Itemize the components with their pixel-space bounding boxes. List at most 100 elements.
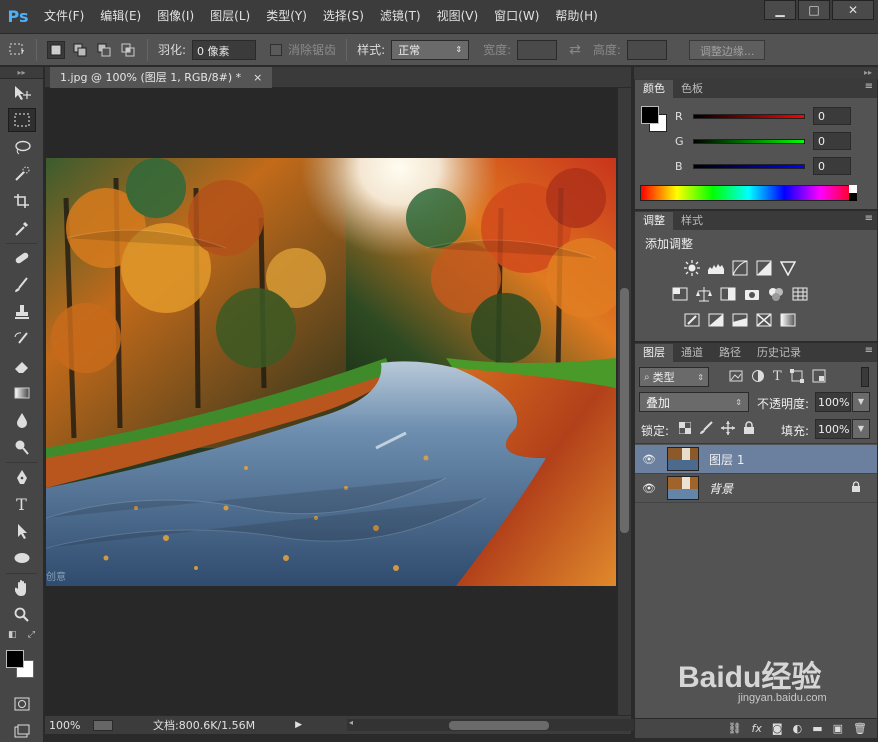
channel-mixer-icon[interactable] [767,285,785,303]
green-slider[interactable] [693,138,805,144]
screen-mode-button[interactable] [8,719,36,742]
layer-name[interactable]: 图层 1 [709,451,744,468]
ellipse-tool[interactable] [8,546,36,570]
tab-paths[interactable]: 路径 [711,344,749,362]
rectangular-marquee-tool[interactable] [7,108,36,132]
link-layers-icon[interactable]: ⛓ [728,722,742,735]
dodge-tool[interactable] [8,435,36,459]
maximize-button[interactable]: □ [798,0,830,20]
pen-tool[interactable] [8,465,36,489]
opacity-dropdown[interactable]: ▼ [852,392,870,412]
path-selection-tool[interactable] [8,519,36,543]
tab-swatches[interactable]: 色板 [673,80,711,98]
menu-layer[interactable]: 图层(L) [202,0,258,33]
layer-row-background[interactable]: 👁 背景 [635,474,877,503]
add-selection-icon[interactable] [71,41,89,59]
lasso-tool[interactable] [8,135,36,159]
blur-tool[interactable] [8,408,36,432]
minimize-button[interactable]: ▁ [764,0,796,20]
layer-row-layer1[interactable]: 👁 图层 1 [635,445,877,474]
style-select[interactable]: 正常 ⇕ [391,39,470,60]
color-lookup-icon[interactable] [791,285,809,303]
brush-tool[interactable] [8,273,36,297]
menu-view[interactable]: 视图(V) [429,0,487,33]
tab-close-icon[interactable]: × [253,67,262,88]
opacity-input[interactable]: 100% [815,392,851,412]
photo-filter-icon[interactable] [743,285,761,303]
tab-channels[interactable]: 通道 [673,344,711,362]
selective-color-icon[interactable] [755,311,773,329]
gradient-map-icon[interactable] [779,311,797,329]
height-input[interactable] [626,39,667,60]
red-value-input[interactable]: 0 [813,107,851,125]
menu-image[interactable]: 图像(I) [149,0,202,33]
horizontal-scrollbar[interactable]: ◂ ▸ [347,718,659,731]
layer-filter-select[interactable]: ⌕ 类型 ⇕ [639,367,709,387]
type-tool[interactable]: T [8,492,36,516]
history-brush-tool[interactable] [8,327,36,351]
blue-value-input[interactable]: 0 [813,157,851,175]
vibrance-icon[interactable] [779,259,797,277]
new-layer-icon[interactable]: ▣ [833,722,843,735]
color-swatches[interactable] [4,648,40,682]
fill-input[interactable]: 100% [815,419,851,439]
smart-object-filter-icon[interactable] [812,369,826,386]
zoom-level[interactable]: 100% [49,719,93,732]
feather-input[interactable]: 0 像素 [192,39,257,60]
red-slider[interactable] [693,113,805,119]
blue-slider[interactable] [693,163,805,169]
lock-transparency-icon[interactable] [678,421,692,437]
foreground-color-swatch[interactable] [641,106,659,124]
healing-brush-tool[interactable] [8,246,36,270]
black-white-icon[interactable] [719,285,737,303]
visibility-toggle[interactable]: 👁 [635,453,663,466]
quick-mask-button[interactable] [8,692,36,716]
default-colors-icon[interactable]: ◧ [8,630,17,640]
vertical-scrollbar[interactable] [617,88,631,715]
swap-icon[interactable]: ⇄ [569,42,581,58]
curves-icon[interactable] [731,259,749,277]
color-ramp-black[interactable] [849,193,857,201]
panel-menu-icon[interactable]: ≡ [865,345,873,356]
scrollbar-thumb[interactable] [449,721,549,730]
menu-window[interactable]: 窗口(W) [486,0,547,33]
clone-stamp-tool[interactable] [8,300,36,324]
refine-edge-button[interactable]: 调整边缘... [688,39,766,60]
zoom-tool[interactable] [8,603,36,627]
lock-pixels-icon[interactable] [699,421,713,438]
eyedropper-tool[interactable] [8,216,36,240]
exposure-icon[interactable] [755,259,773,277]
layer-name[interactable]: 背景 [709,480,733,497]
scrollbar-thumb[interactable] [620,288,629,533]
delete-layer-icon[interactable]: 🗑 [853,722,867,735]
lock-all-icon[interactable] [743,421,755,438]
crop-tool[interactable] [8,189,36,213]
menu-filter[interactable]: 滤镜(T) [372,0,429,33]
tab-styles[interactable]: 样式 [673,212,711,230]
foreground-color-swatch[interactable] [5,650,24,668]
antialias-checkbox[interactable] [270,43,283,56]
type-filter-icon[interactable]: T [773,369,782,386]
brightness-icon[interactable] [683,259,701,277]
tab-adjustments[interactable]: 调整 [635,212,673,230]
tab-layers[interactable]: 图层 [635,344,673,362]
status-arrow-icon[interactable]: ▶ [295,720,302,730]
marquee-preset-icon[interactable] [8,41,26,59]
menu-select[interactable]: 选择(S) [315,0,372,33]
panel-menu-icon[interactable]: ≡ [865,213,873,224]
visibility-toggle[interactable]: 👁 [635,482,663,495]
swap-colors-icon[interactable]: ⤢ [28,630,35,640]
scroll-left-icon[interactable]: ◂ [349,718,353,727]
quick-selection-tool[interactable] [8,162,36,186]
layer-style-icon[interactable]: fx [752,722,762,735]
lock-position-icon[interactable] [721,421,735,438]
threshold-icon[interactable] [731,311,749,329]
tab-color[interactable]: 颜色 [635,80,673,98]
new-adjustment-icon[interactable]: ◐ [793,722,803,735]
color-ramp[interactable] [640,185,857,201]
intersect-selection-icon[interactable] [119,41,137,59]
gradient-tool[interactable] [8,381,36,405]
blend-mode-select[interactable]: 叠加 ⇕ [639,392,749,412]
canvas-image[interactable]: 创意 [46,158,616,586]
color-panel-swatches[interactable] [641,106,671,136]
